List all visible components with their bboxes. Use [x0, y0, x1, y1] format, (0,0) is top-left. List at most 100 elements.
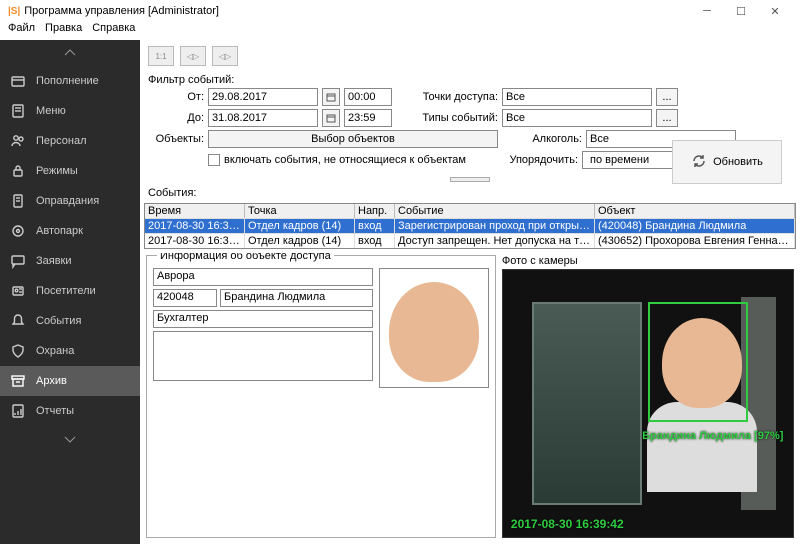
refresh-label: Обновить: [713, 156, 763, 168]
table-header: Время Точка Напр. Событие Объект: [145, 204, 795, 218]
info-panel: Информация об объекте доступа Аврора 420…: [146, 255, 496, 538]
sidebar-item-requests[interactable]: Заявки: [0, 246, 140, 276]
thumb-3[interactable]: ◁▷: [212, 46, 238, 66]
points-browse[interactable]: ...: [656, 88, 678, 106]
th-point[interactable]: Точка: [245, 204, 355, 218]
to-date-input[interactable]: [208, 109, 318, 127]
people-icon: [10, 133, 26, 149]
camera-view: Брандина Людмила [97%] 2017-08-30 16:39:…: [502, 269, 794, 538]
sidebar-item-visitors[interactable]: Посетители: [0, 276, 140, 306]
menubar: Файл Правка Справка: [0, 22, 800, 40]
thumb-1[interactable]: 1:1: [148, 46, 174, 66]
sidebar-label: Архив: [36, 375, 67, 387]
sidebar-label: Охрана: [36, 345, 74, 357]
report-icon: [10, 403, 26, 419]
sidebar-item-excuses[interactable]: Оправдания: [0, 186, 140, 216]
from-label: От:: [148, 91, 204, 103]
sidebar-item-reports[interactable]: Отчеты: [0, 396, 140, 426]
objects-label: Объекты:: [148, 133, 204, 145]
points-input[interactable]: [502, 88, 652, 106]
th-dir[interactable]: Напр.: [355, 204, 395, 218]
camera-title: Фото с камеры: [502, 255, 794, 267]
archive-icon: [10, 373, 26, 389]
sidebar-label: Режимы: [36, 165, 78, 177]
card-icon: [10, 73, 26, 89]
bell-icon: [10, 313, 26, 329]
sidebar-label: Пополнение: [36, 75, 99, 87]
sidebar-label: Меню: [36, 105, 66, 117]
refresh-icon: [691, 153, 707, 172]
th-time[interactable]: Время: [145, 204, 245, 218]
filter-title: Фильтр событий:: [148, 74, 792, 86]
main-panel: 1:1 ◁▷ ◁▷ Фильтр событий: От: Точки дост…: [140, 40, 800, 544]
minimize-button[interactable]: ─: [690, 1, 724, 21]
to-date-picker[interactable]: [322, 109, 340, 127]
name-field: Брандина Людмила: [220, 289, 373, 307]
company-field: Аврора: [153, 268, 373, 286]
include-checkbox[interactable]: [208, 154, 220, 166]
shield-icon: [10, 343, 26, 359]
types-browse[interactable]: ...: [656, 109, 678, 127]
sidebar-item-personnel[interactable]: Персонал: [0, 126, 140, 156]
sidebar-item-events[interactable]: События: [0, 306, 140, 336]
titlebar: |S| Программа управления [Administrator]…: [0, 0, 800, 22]
objects-button[interactable]: Выбор объектов: [208, 130, 498, 148]
sidebar-label: Персонал: [36, 135, 87, 147]
chat-icon: [10, 253, 26, 269]
table-row[interactable]: 2017-08-30 16:39:43 Отдел кадров (14) вх…: [145, 233, 795, 248]
doc-icon: [10, 193, 26, 209]
events-title: События:: [144, 187, 796, 199]
close-button[interactable]: ✕: [758, 1, 792, 21]
camera-timestamp: 2017-08-30 16:39:42: [511, 517, 624, 531]
menu-file[interactable]: Файл: [8, 22, 35, 40]
sidebar-down[interactable]: [0, 426, 140, 452]
sidebar-label: Посетители: [36, 285, 96, 297]
menu-edit[interactable]: Правка: [45, 22, 82, 40]
thumb-2[interactable]: ◁▷: [180, 46, 206, 66]
lock-icon: [10, 163, 26, 179]
target-icon: [10, 223, 26, 239]
sidebar-item-modes[interactable]: Режимы: [0, 156, 140, 186]
to-label: До:: [148, 112, 204, 124]
from-date-input[interactable]: [208, 88, 318, 106]
include-label: включать события, не относящиеся к объек…: [224, 154, 466, 166]
face-label: Брандина Людмила [97%]: [642, 430, 783, 442]
window-title: Программа управления [Administrator]: [24, 5, 219, 17]
camera-thumbs: 1:1 ◁▷ ◁▷: [144, 44, 796, 68]
from-time-input[interactable]: [344, 88, 392, 106]
info-title: Информация об объекте доступа: [157, 253, 334, 262]
sidebar-item-menu[interactable]: Меню: [0, 96, 140, 126]
th-object[interactable]: Объект: [595, 204, 795, 218]
from-date-picker[interactable]: [322, 88, 340, 106]
order-label: Упорядочить:: [502, 154, 578, 166]
menu-help[interactable]: Справка: [92, 22, 135, 40]
table-row[interactable]: 2017-08-30 16:39:42 Отдел кадров (14) вх…: [145, 218, 795, 233]
id-field: 420048: [153, 289, 217, 307]
to-time-input[interactable]: [344, 109, 392, 127]
clipboard-icon: [10, 103, 26, 119]
badge-icon: [10, 283, 26, 299]
camera-panel: Фото с камеры Брандина Людмила [97%] 201…: [502, 255, 794, 538]
maximize-button[interactable]: ☐: [724, 1, 758, 21]
alcohol-label: Алкоголь:: [506, 133, 582, 145]
profile-photo: [379, 268, 489, 388]
types-input[interactable]: [502, 109, 652, 127]
sidebar-up[interactable]: [0, 40, 140, 66]
position-field: Бухгалтер: [153, 310, 373, 328]
refresh-button[interactable]: Обновить: [672, 140, 782, 184]
face-rect: [648, 302, 748, 422]
sidebar-item-autopark[interactable]: Автопарк: [0, 216, 140, 246]
sidebar-item-replenish[interactable]: Пополнение: [0, 66, 140, 96]
events-table: Время Точка Напр. Событие Объект 2017-08…: [144, 203, 796, 249]
sidebar-item-archive[interactable]: Архив: [0, 366, 140, 396]
sidebar-label: Заявки: [36, 255, 72, 267]
sidebar-label: Автопарк: [36, 225, 83, 237]
sidebar-label: Отчеты: [36, 405, 74, 417]
sidebar-label: События: [36, 315, 81, 327]
types-label: Типы событий:: [422, 112, 498, 124]
points-label: Точки доступа:: [422, 91, 498, 103]
sidebar-item-security[interactable]: Охрана: [0, 336, 140, 366]
app-logo: |S|: [8, 6, 20, 17]
sidebar: Пополнение Меню Персонал Режимы Оправдан…: [0, 40, 140, 544]
th-event[interactable]: Событие: [395, 204, 595, 218]
